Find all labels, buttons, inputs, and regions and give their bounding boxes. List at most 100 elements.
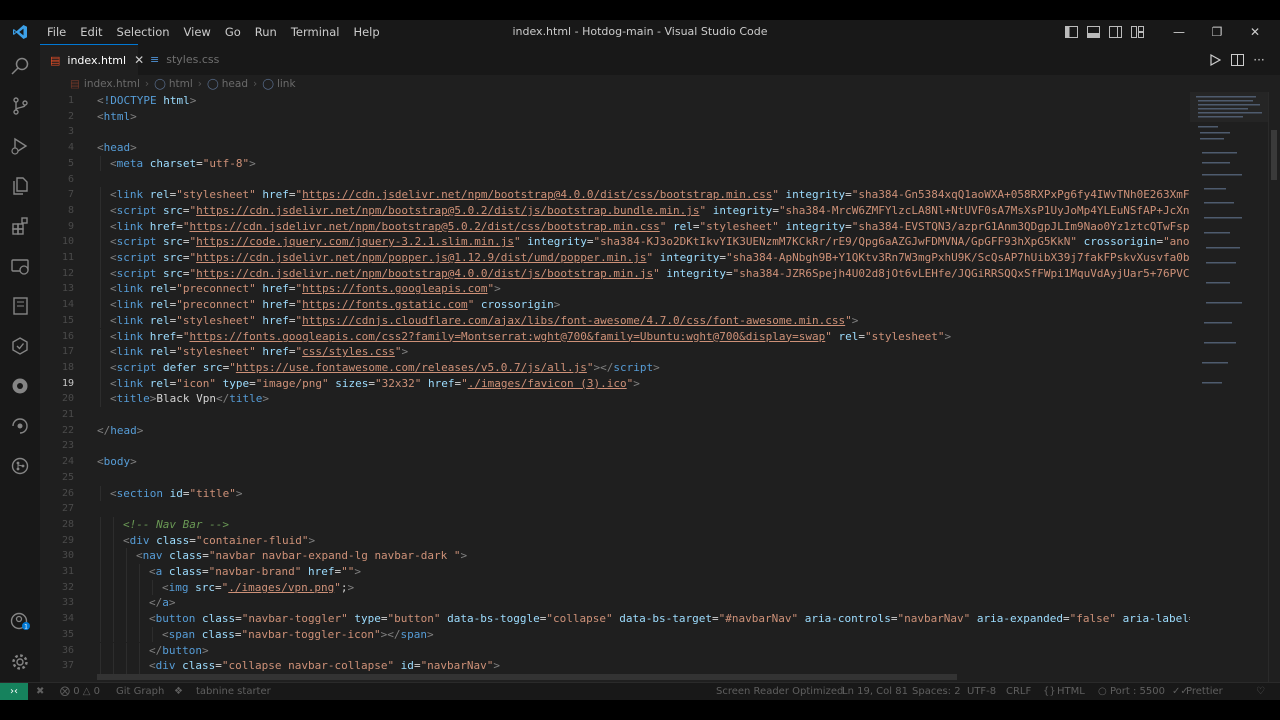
- code-line[interactable]: <link href="https://fonts.googleapis.com…: [110, 329, 951, 345]
- prettier-status[interactable]: Prettier: [1186, 683, 1223, 700]
- remote-indicator-icon[interactable]: ›‹: [0, 683, 28, 700]
- run-debug-icon[interactable]: [8, 134, 32, 158]
- code-line[interactable]: <html>: [97, 109, 137, 125]
- code-token: integrity: [659, 266, 726, 280]
- horizontal-scrollbar[interactable]: [97, 674, 957, 680]
- code-token: rel: [831, 329, 859, 343]
- code-line[interactable]: <script src="https://cdn.jsdelivr.net/np…: [110, 203, 1190, 219]
- code-line[interactable]: <script src="https://code.jquery.com/jqu…: [110, 234, 1190, 250]
- code-line[interactable]: <link rel="stylesheet" href="css/styles.…: [110, 344, 408, 360]
- explorer-icon[interactable]: [8, 174, 32, 198]
- code-line[interactable]: <script defer src="https://use.fontaweso…: [110, 360, 660, 376]
- minimap[interactable]: [1190, 92, 1268, 682]
- menu-edit[interactable]: Edit: [73, 20, 109, 44]
- code-token: script: [116, 360, 157, 374]
- code-line[interactable]: </a>: [149, 595, 176, 611]
- code-line[interactable]: <link rel="preconnect" href="https://fon…: [110, 281, 501, 297]
- code-line[interactable]: </button>: [149, 643, 209, 659]
- code-token: >: [401, 345, 409, 359]
- bell-icon[interactable]: ❖: [174, 683, 183, 700]
- tabnine-status[interactable]: tabnine starter: [196, 683, 271, 700]
- code-token: type: [216, 376, 250, 390]
- indent-guide: [139, 611, 140, 627]
- code-line[interactable]: <link rel="preconnect" href="https://fon…: [110, 297, 560, 313]
- code-line[interactable]: <link rel="stylesheet" href="https://cdn…: [110, 313, 858, 329]
- code-line[interactable]: <div class="container-fluid">: [123, 533, 315, 549]
- live-server-port[interactable]: Port : 5500: [1110, 683, 1165, 700]
- language-mode[interactable]: HTML: [1057, 683, 1085, 700]
- code-line[interactable]: <link rel="stylesheet" href="https://cdn…: [110, 187, 1190, 203]
- code-token: src: [156, 251, 183, 264]
- code-line[interactable]: <head>: [97, 140, 137, 156]
- remote-explorer-icon[interactable]: [8, 254, 32, 278]
- code-line[interactable]: <!-- Nav Bar -->: [123, 517, 229, 533]
- copilot-icon[interactable]: [8, 374, 32, 398]
- code-line[interactable]: <nav class="navbar navbar-expand-lg navb…: [136, 548, 467, 564]
- ports-forwarded-icon[interactable]: ✖: [36, 683, 44, 700]
- menu-go[interactable]: Go: [218, 20, 248, 44]
- search-icon[interactable]: [8, 54, 32, 78]
- line-number: 28: [61, 518, 74, 530]
- notifications-icon[interactable]: ♡: [1256, 683, 1265, 700]
- eol-status[interactable]: CRLF: [1006, 683, 1031, 700]
- menu-terminal[interactable]: Terminal: [284, 20, 347, 44]
- code-token: html: [103, 109, 131, 123]
- tab-index-html[interactable]: ▤ index.html ✕: [40, 44, 144, 75]
- menu-selection[interactable]: Selection: [110, 20, 177, 44]
- source-control-icon[interactable]: [8, 94, 32, 118]
- screen-reader-status[interactable]: Screen Reader Optimized: [716, 683, 843, 700]
- cursor-position[interactable]: Ln 19, Col 81: [842, 683, 908, 700]
- encoding-status[interactable]: UTF-8: [967, 683, 996, 700]
- code-line[interactable]: <div class="collapse navbar-collapse" id…: [149, 658, 500, 674]
- code-line[interactable]: <title>Black Vpn</title>: [110, 391, 269, 407]
- code-line[interactable]: <section id="title">: [110, 486, 242, 502]
- code-line[interactable]: <meta charset="utf-8">: [110, 156, 256, 172]
- testing-icon[interactable]: [8, 334, 32, 358]
- maximize-icon[interactable]: ❐: [1198, 20, 1236, 44]
- scrollbar-thumb[interactable]: [1271, 130, 1277, 180]
- code-line[interactable]: <link rel="icon" type="image/png" sizes=…: [110, 376, 640, 392]
- indentation-status[interactable]: Spaces: 2: [912, 683, 961, 700]
- code-line[interactable]: <script src="https://cdn.jsdelivr.net/np…: [110, 250, 1190, 266]
- code-token: "stylesheet": [865, 329, 945, 343]
- toggle-panel-icon[interactable]: [1082, 20, 1104, 44]
- code-editor[interactable]: 1 2 3 4 5 6 7 8 9 10 11 12 13 14 15 16 17 18 19 20 21 22 23 24 2…: [40, 92, 1190, 682]
- breadcrumb-item[interactable]: index.html: [84, 78, 140, 90]
- code-line[interactable]: <link href="https://cdn.jsdelivr.net/npm…: [110, 219, 1190, 235]
- code-token: section: [116, 486, 163, 500]
- extensions-icon[interactable]: [8, 214, 32, 238]
- run-file-icon[interactable]: [1204, 53, 1226, 66]
- code-line[interactable]: <img src="./images/vpn.png";>: [162, 580, 354, 596]
- code-line[interactable]: <script src="https://cdn.jsdelivr.net/np…: [110, 266, 1190, 282]
- more-actions-icon[interactable]: ···: [1248, 53, 1270, 67]
- git-graph-button[interactable]: Git Graph: [116, 683, 164, 700]
- minimize-icon[interactable]: —: [1160, 20, 1198, 44]
- code-line[interactable]: <body>: [97, 454, 137, 470]
- menu-help[interactable]: Help: [346, 20, 386, 44]
- breadcrumb-item[interactable]: link: [277, 78, 296, 90]
- problems-indicator[interactable]: ⨂ 0 △ 0: [60, 683, 100, 700]
- split-editor-icon[interactable]: [1226, 53, 1248, 66]
- breadcrumb-item[interactable]: head: [222, 78, 248, 90]
- settings-gear-icon[interactable]: [8, 650, 32, 674]
- tab-styles-css[interactable]: ≡ styles.css: [140, 44, 240, 75]
- git-lens-icon[interactable]: [8, 414, 32, 438]
- vertical-scrollbar[interactable]: [1268, 92, 1280, 682]
- menu-file[interactable]: File: [40, 20, 73, 44]
- github-icon[interactable]: [8, 454, 32, 478]
- accounts-icon[interactable]: 1: [8, 610, 32, 634]
- code-line[interactable]: <!DOCTYPE html>: [97, 93, 196, 109]
- code-line[interactable]: <a class="navbar-brand" href="">: [149, 564, 361, 580]
- code-token: "navbar-brand": [208, 565, 302, 578]
- menu-view[interactable]: View: [177, 20, 218, 44]
- close-window-icon[interactable]: ✕: [1236, 20, 1274, 44]
- menu-run[interactable]: Run: [248, 20, 284, 44]
- code-line[interactable]: <button class="navbar-toggler" type="but…: [149, 611, 1190, 627]
- notebook-icon[interactable]: [8, 294, 32, 318]
- toggle-secondary-sidebar-icon[interactable]: [1104, 20, 1126, 44]
- customize-layout-icon[interactable]: [1126, 20, 1148, 44]
- code-line[interactable]: </head>: [97, 423, 143, 439]
- toggle-primary-sidebar-icon[interactable]: [1060, 20, 1082, 44]
- code-line[interactable]: <span class="navbar-toggler-icon"></span…: [162, 627, 434, 643]
- breadcrumb-item[interactable]: html: [169, 78, 193, 90]
